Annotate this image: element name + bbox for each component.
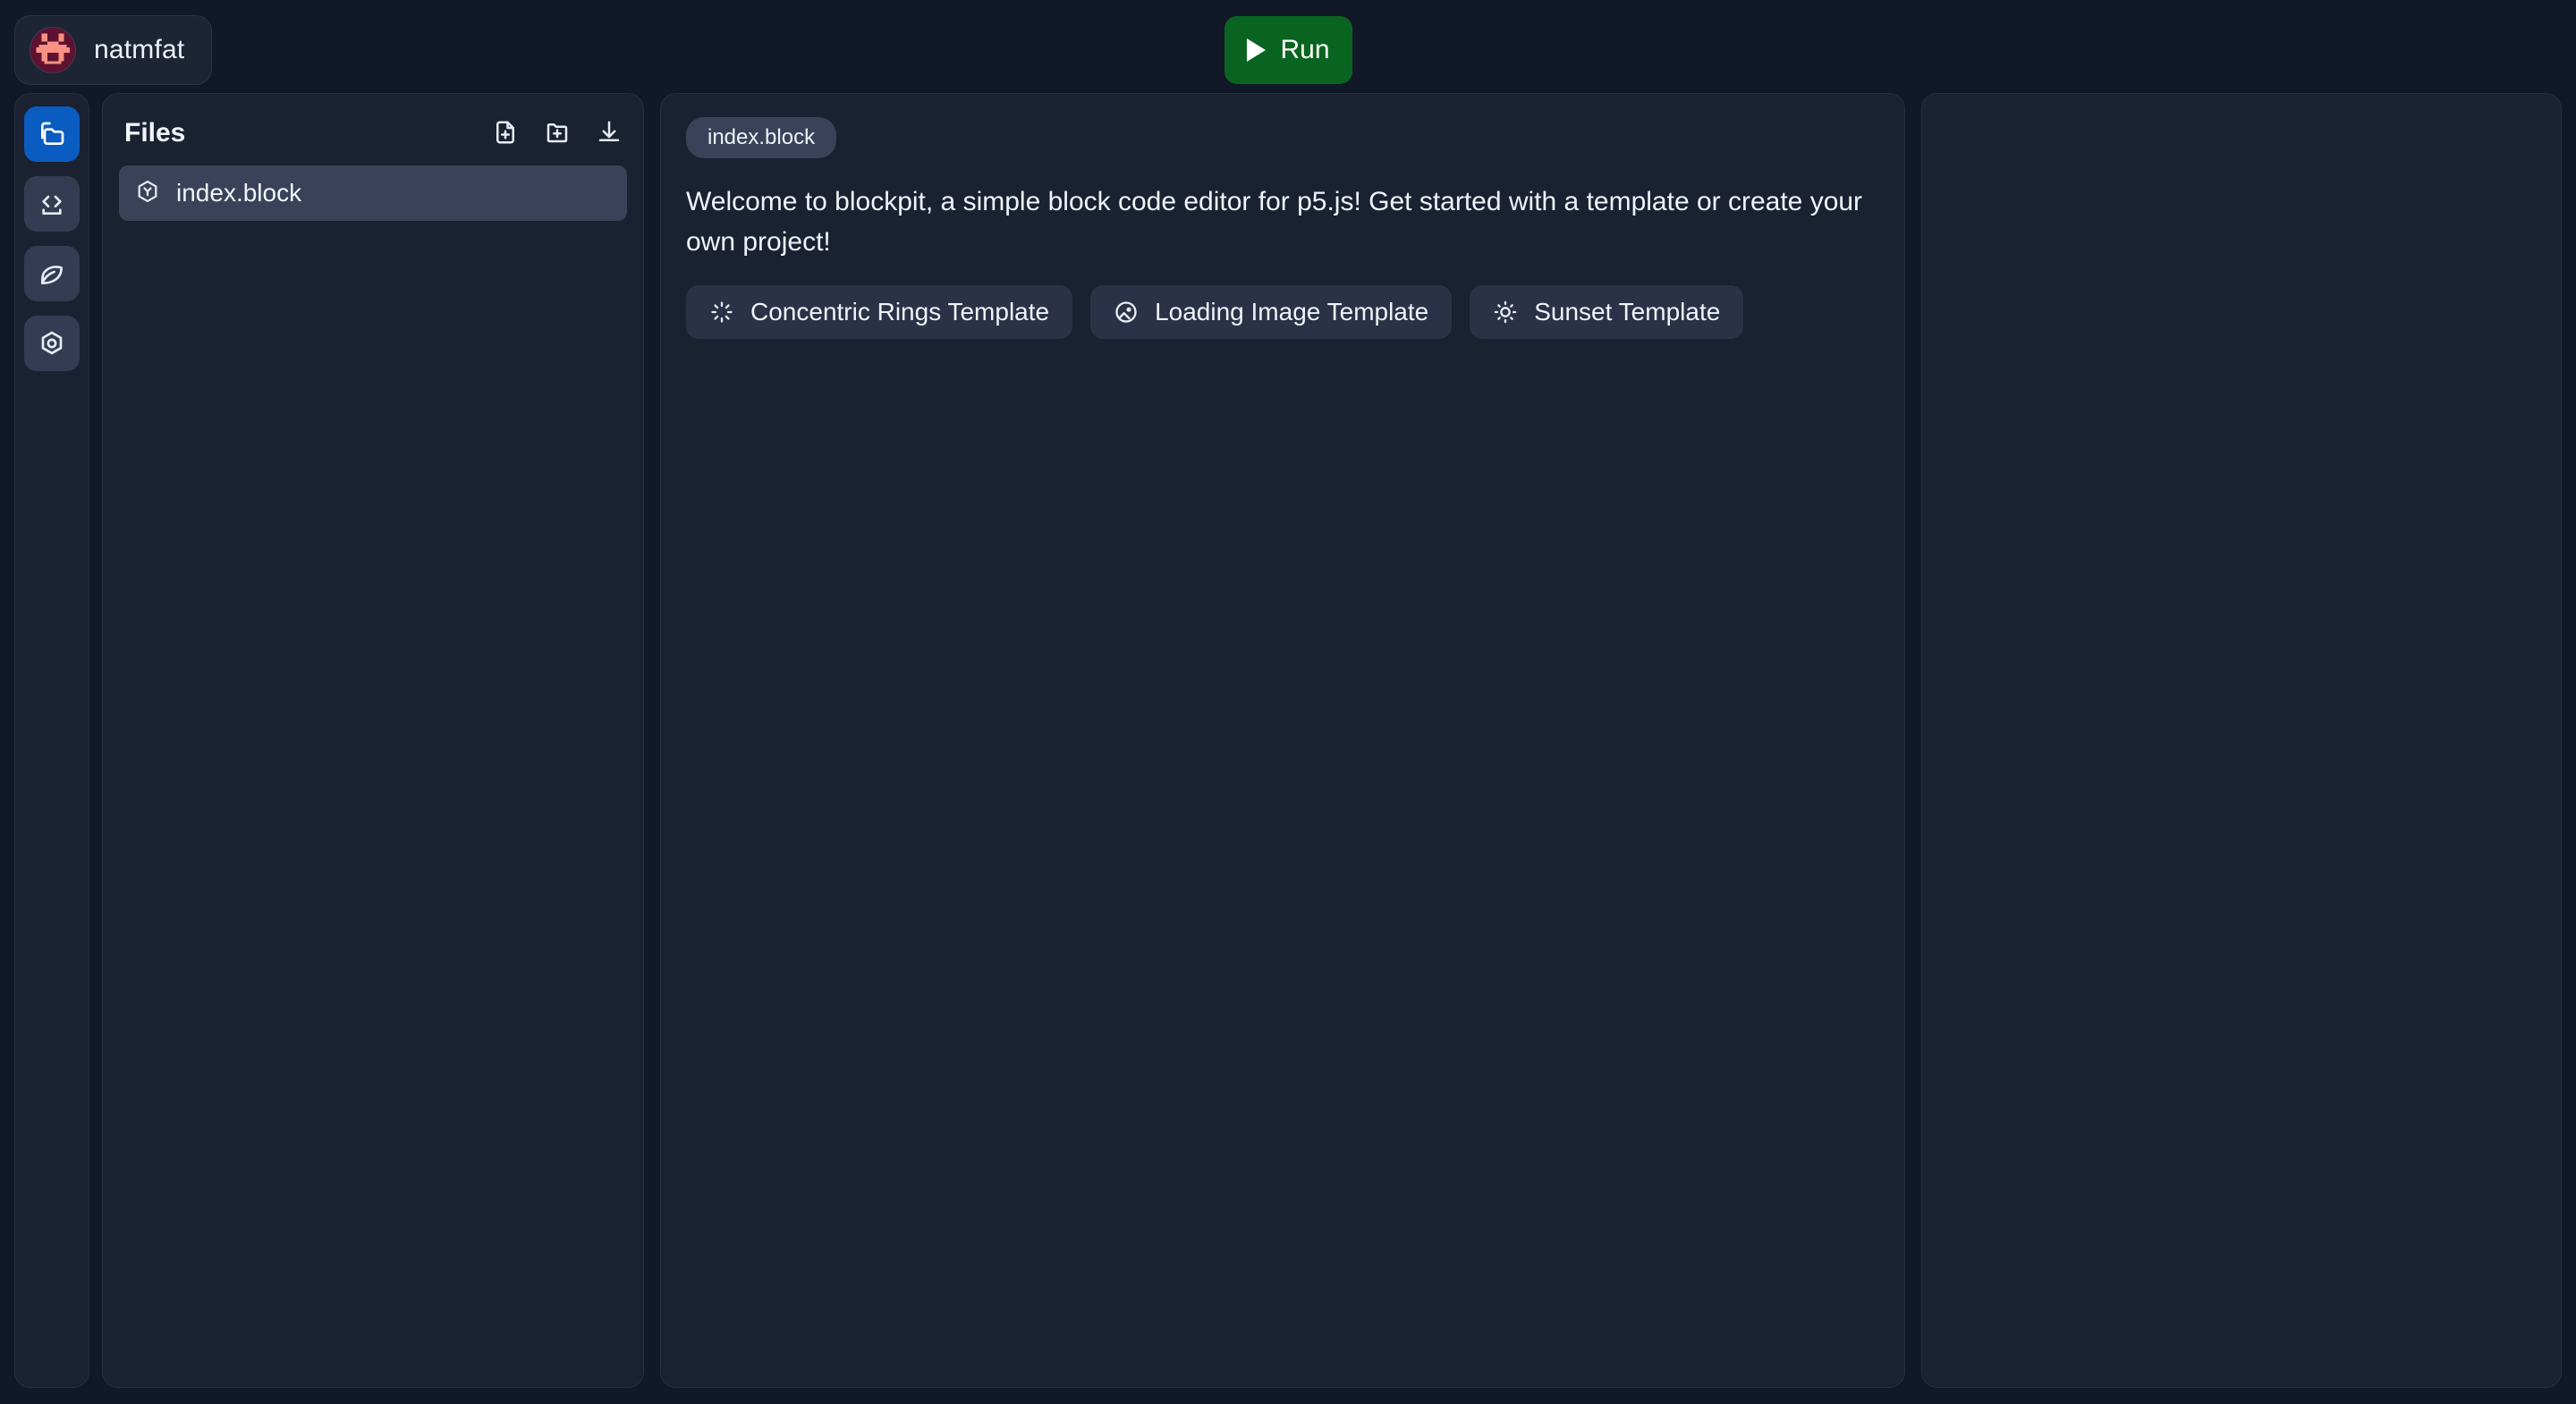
activity-rail [14,93,89,1388]
sunset-template-button[interactable]: Sunset Template [1470,285,1744,339]
sidebar-item-p5[interactable] [24,246,80,301]
sun-icon [1493,300,1518,325]
folder-icon [38,120,66,148]
loading-image-template-label: Loading Image Template [1155,298,1429,326]
preview-canvas[interactable] [1921,93,2562,1388]
sidebar-item-blocks[interactable] [24,316,80,371]
template-buttons: Concentric Rings Template Loading Image … [686,285,1879,339]
left-pane: Files index.block [14,93,644,1388]
new-file-icon [492,119,519,148]
page-title: Files [124,118,186,148]
editor-tabs: index.block [686,117,1879,158]
brand-name: natmfat [94,35,185,64]
sidebar-item-code[interactable] [24,176,80,232]
download-button[interactable] [595,119,623,148]
tab-index-block[interactable]: index.block [686,117,837,158]
new-file-button[interactable] [491,119,520,148]
sidebar-item-files[interactable] [24,106,80,162]
editor-panel: index.block Welcome to blockpit, a simpl… [660,93,1905,1388]
leaf-icon [38,259,66,288]
sunset-template-label: Sunset Template [1534,298,1721,326]
list-item[interactable]: index.block [119,165,627,221]
new-folder-button[interactable] [543,119,572,148]
files-panel: Files index.block [102,93,644,1388]
play-icon [1247,38,1267,62]
files-header: Files [119,114,627,153]
download-icon [596,119,623,148]
concentric-rings-template-label: Concentric Rings Template [750,298,1050,326]
new-folder-icon [544,119,571,148]
welcome-message: Welcome to blockpit, a simple block code… [686,187,1863,257]
image-circle-icon [1114,300,1139,325]
files-actions [491,119,623,148]
run-button[interactable]: Run [1224,16,1352,84]
main-area: Files index.block index.block Welcome to… [0,93,2576,1404]
pixel-bug-avatar-icon [30,27,76,73]
hexagon-icon [38,329,66,358]
loader-icon [709,300,734,325]
top-bar: natmfat Run [0,0,2576,100]
brand-chip[interactable]: natmfat [14,15,213,85]
list-item-label: index.block [176,179,302,207]
concentric-rings-template-button[interactable]: Concentric Rings Template [686,285,1073,339]
block-hexagon-icon [135,179,160,208]
run-button-label: Run [1280,35,1330,64]
code-brackets-icon [38,190,66,218]
loading-image-template-button[interactable]: Loading Image Template [1090,285,1453,339]
